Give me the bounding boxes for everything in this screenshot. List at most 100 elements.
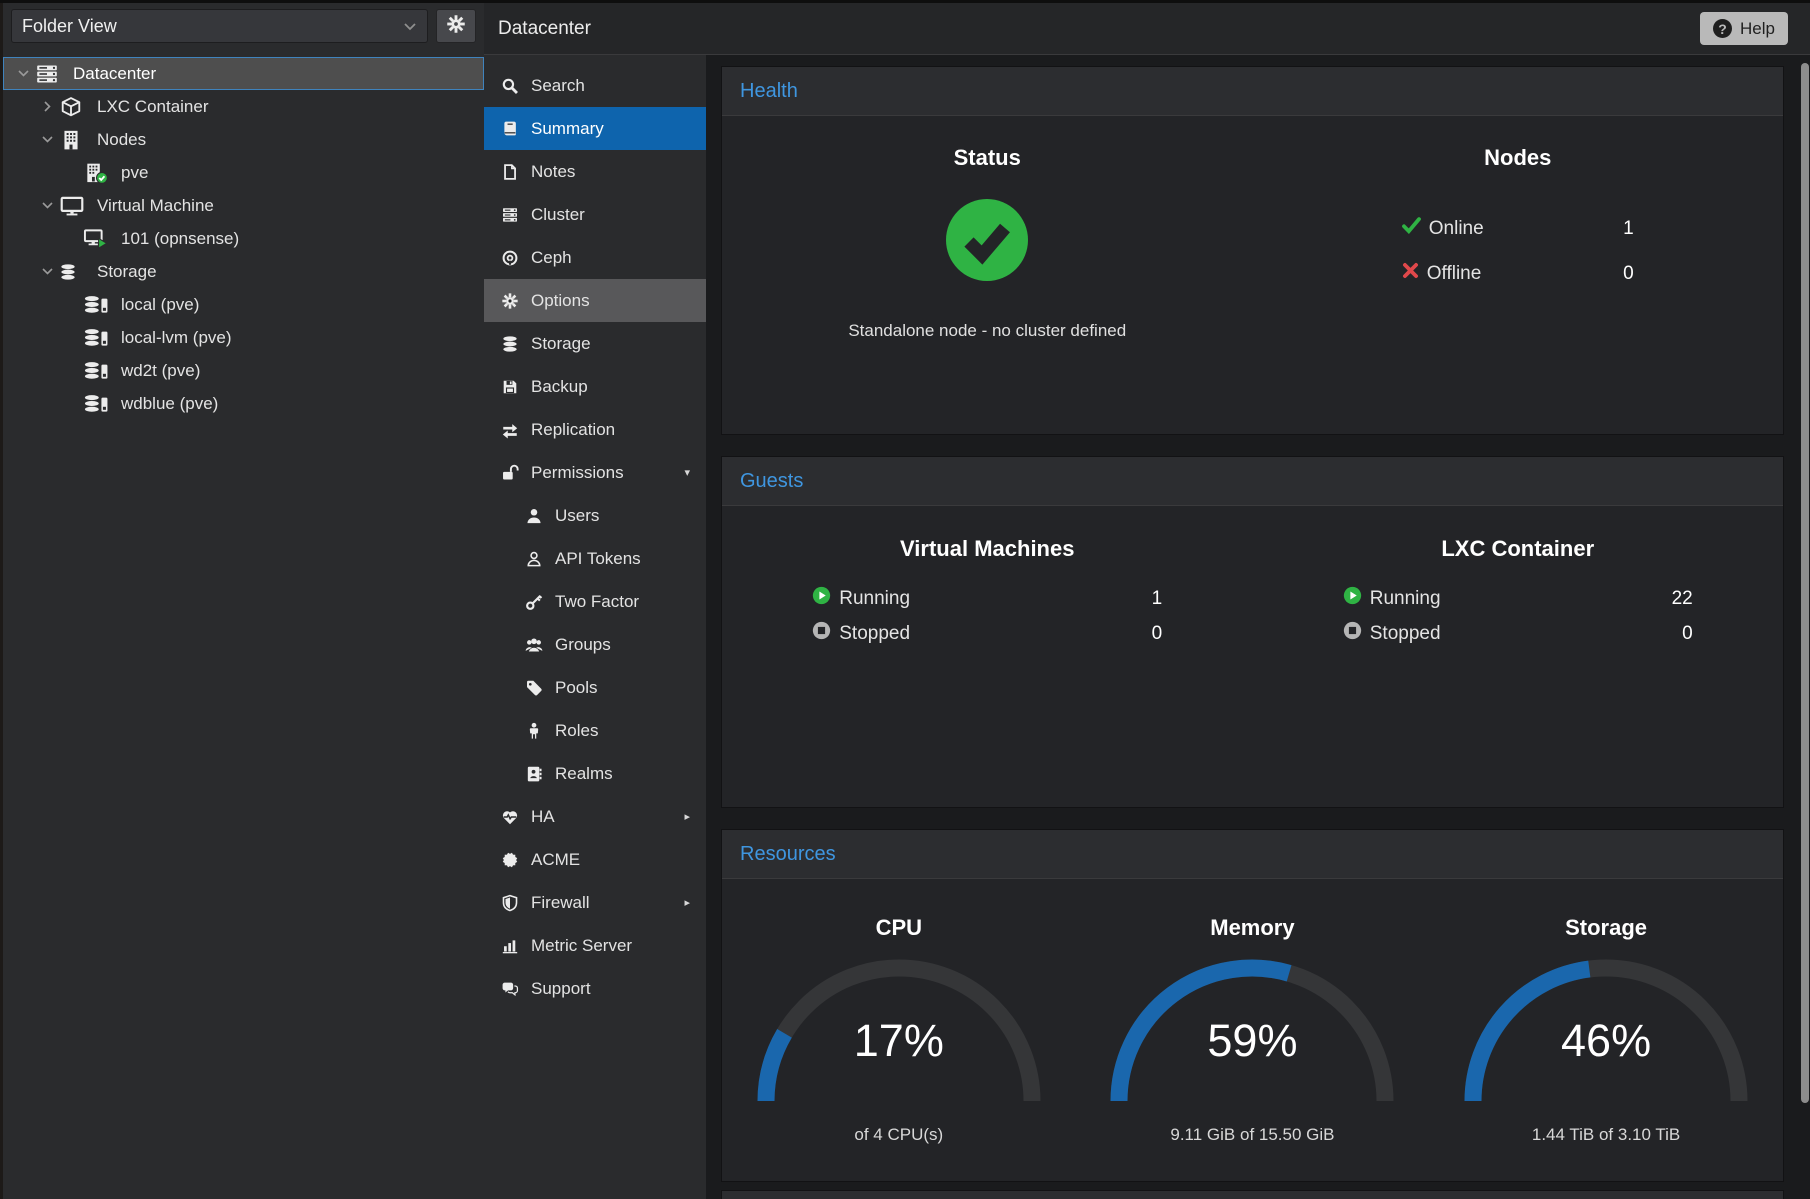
user-outline-icon (523, 550, 544, 568)
tree-settings-button[interactable] (436, 9, 476, 43)
usage-gauge: 46% (1451, 949, 1761, 1109)
menu-item-label: Replication (531, 420, 615, 440)
tree-item-lxc-container[interactable]: LXC Container (3, 90, 484, 123)
menu-item-options[interactable]: Options (484, 279, 706, 322)
menu-item-two-factor[interactable]: Two Factor (484, 580, 706, 623)
tree-item-pve[interactable]: pve (3, 156, 484, 189)
guests-panel-title: Guests (740, 470, 803, 493)
gauge-detail-text: 1.44 TiB of 3.10 TiB (1532, 1125, 1680, 1145)
bar-chart-icon (499, 937, 520, 955)
tree-item-local-lvm-pve-[interactable]: local-lvm (pve) (3, 321, 484, 354)
menu-item-label: Storage (531, 334, 591, 354)
guest-count-value: 22 (1672, 588, 1693, 610)
menu-item-summary[interactable]: Summary (484, 107, 706, 150)
menu-item-roles[interactable]: Roles (484, 709, 706, 752)
status-column: Status Standalone node - no cluster defi… (722, 116, 1253, 434)
unlock-icon (499, 464, 520, 482)
menu-item-cluster[interactable]: Cluster (484, 193, 706, 236)
tree-item-label: LXC Container (97, 97, 209, 117)
tree-item-wd2t-pve-[interactable]: wd2t (pve) (3, 354, 484, 387)
menu-item-search[interactable]: Search (484, 64, 706, 107)
menu-item-firewall[interactable]: Firewall▸ (484, 881, 706, 924)
nodes-heading: Nodes (1484, 145, 1551, 171)
menu-item-label: Summary (531, 119, 604, 139)
node-online-icon (83, 162, 113, 184)
guest-state-label: Stopped (1370, 623, 1441, 645)
menu-item-ceph[interactable]: Ceph (484, 236, 706, 279)
key-icon (523, 593, 544, 611)
menu-item-pools[interactable]: Pools (484, 666, 706, 709)
tree-item-datacenter[interactable]: Datacenter (3, 57, 484, 90)
tree-item-label: Virtual Machine (97, 196, 214, 216)
menu-item-metric-server[interactable]: Metric Server (484, 924, 706, 967)
menu-item-label: HA (531, 807, 555, 827)
health-panel: Health Status Standalone node - no (721, 66, 1784, 435)
collapse-toggle-icon[interactable] (11, 69, 35, 78)
tree-item-label: Datacenter (73, 64, 156, 84)
node-status-label: Online (1429, 218, 1484, 240)
menu-item-label: Firewall (531, 893, 590, 913)
person-icon (523, 722, 544, 740)
guest-rows: Running22Stopped0 (1343, 585, 1693, 647)
menu-item-ha[interactable]: HA▸ (484, 795, 706, 838)
menu-item-label: ACME (531, 850, 580, 870)
tree-item-nodes[interactable]: Nodes (3, 123, 484, 156)
view-mode-value: Folder View (22, 16, 117, 37)
tree-item-local-pve-[interactable]: local (pve) (3, 288, 484, 321)
view-mode-select[interactable]: Folder View (11, 9, 428, 43)
menu-item-label: Cluster (531, 205, 585, 225)
tree-item-label: Storage (97, 262, 157, 282)
node-status-row-offline: Offline0 (1402, 262, 1634, 285)
collapse-toggle-icon[interactable] (35, 201, 59, 210)
menu-item-support[interactable]: Support (484, 967, 706, 1010)
menu-item-replication[interactable]: Replication (484, 408, 706, 451)
server-stack-icon (499, 206, 520, 224)
stop-circle-icon (812, 621, 831, 646)
menu-item-realms[interactable]: Realms (484, 752, 706, 795)
node-status-label: Offline (1427, 263, 1482, 285)
menu-item-users[interactable]: Users (484, 494, 706, 537)
guest-state-label: Running (1370, 588, 1441, 610)
menu-item-label: Groups (555, 635, 611, 655)
tree-item-101-opnsense-[interactable]: 101 (opnsense) (3, 222, 484, 255)
tree-item-storage[interactable]: Storage (3, 255, 484, 288)
menu-item-backup[interactable]: Backup (484, 365, 706, 408)
menu-item-api-tokens[interactable]: API Tokens (484, 537, 706, 580)
exchange-icon (499, 421, 520, 439)
tree-item-label: local (pve) (121, 295, 199, 315)
nodes-legend: Online1Offline0 (1402, 217, 1634, 285)
check-icon (1402, 217, 1421, 240)
ceph-icon (499, 249, 520, 267)
tree-item-label: 101 (opnsense) (121, 229, 239, 249)
menu-item-acme[interactable]: ACME (484, 838, 706, 881)
health-panel-title: Health (740, 80, 798, 103)
help-button[interactable]: ? Help (1700, 12, 1788, 45)
menu-item-permissions[interactable]: Permissions▾ (484, 451, 706, 494)
scrollbar-thumb[interactable] (1801, 63, 1809, 1103)
guest-row-stopped: Stopped0 (812, 620, 1162, 647)
gear-icon (446, 14, 466, 39)
play-circle-icon (1343, 586, 1362, 611)
collapse-toggle-icon[interactable] (35, 267, 59, 276)
vm-running-icon (83, 228, 113, 250)
status-message: Standalone node - no cluster defined (848, 321, 1126, 341)
tree-item-wdblue-pve-[interactable]: wdblue (pve) (3, 387, 484, 420)
collapse-toggle-icon[interactable] (35, 135, 59, 144)
tree-item-virtual-machine[interactable]: Virtual Machine (3, 189, 484, 222)
user-icon (523, 507, 544, 525)
menu-item-label: API Tokens (555, 549, 641, 569)
usage-gauge: 17% (744, 949, 1054, 1109)
menu-item-groups[interactable]: Groups (484, 623, 706, 666)
usage-gauge: 59% (1097, 949, 1407, 1109)
menu-item-storage[interactable]: Storage (484, 322, 706, 365)
monitor-icon (59, 195, 89, 217)
lxc-cube-icon (59, 96, 89, 118)
menu-item-notes[interactable]: Notes (484, 150, 706, 193)
gauge-detail-text: 9.11 GiB of 15.50 GiB (1170, 1125, 1334, 1145)
gauge-percent-value: 46% (1451, 1015, 1761, 1067)
expand-toggle-icon[interactable] (35, 100, 59, 113)
resources-panel-header: Resources (722, 830, 1783, 879)
guests-panel-header: Guests (722, 457, 1783, 506)
play-circle-icon (812, 586, 831, 611)
storage-item-icon (83, 360, 113, 382)
